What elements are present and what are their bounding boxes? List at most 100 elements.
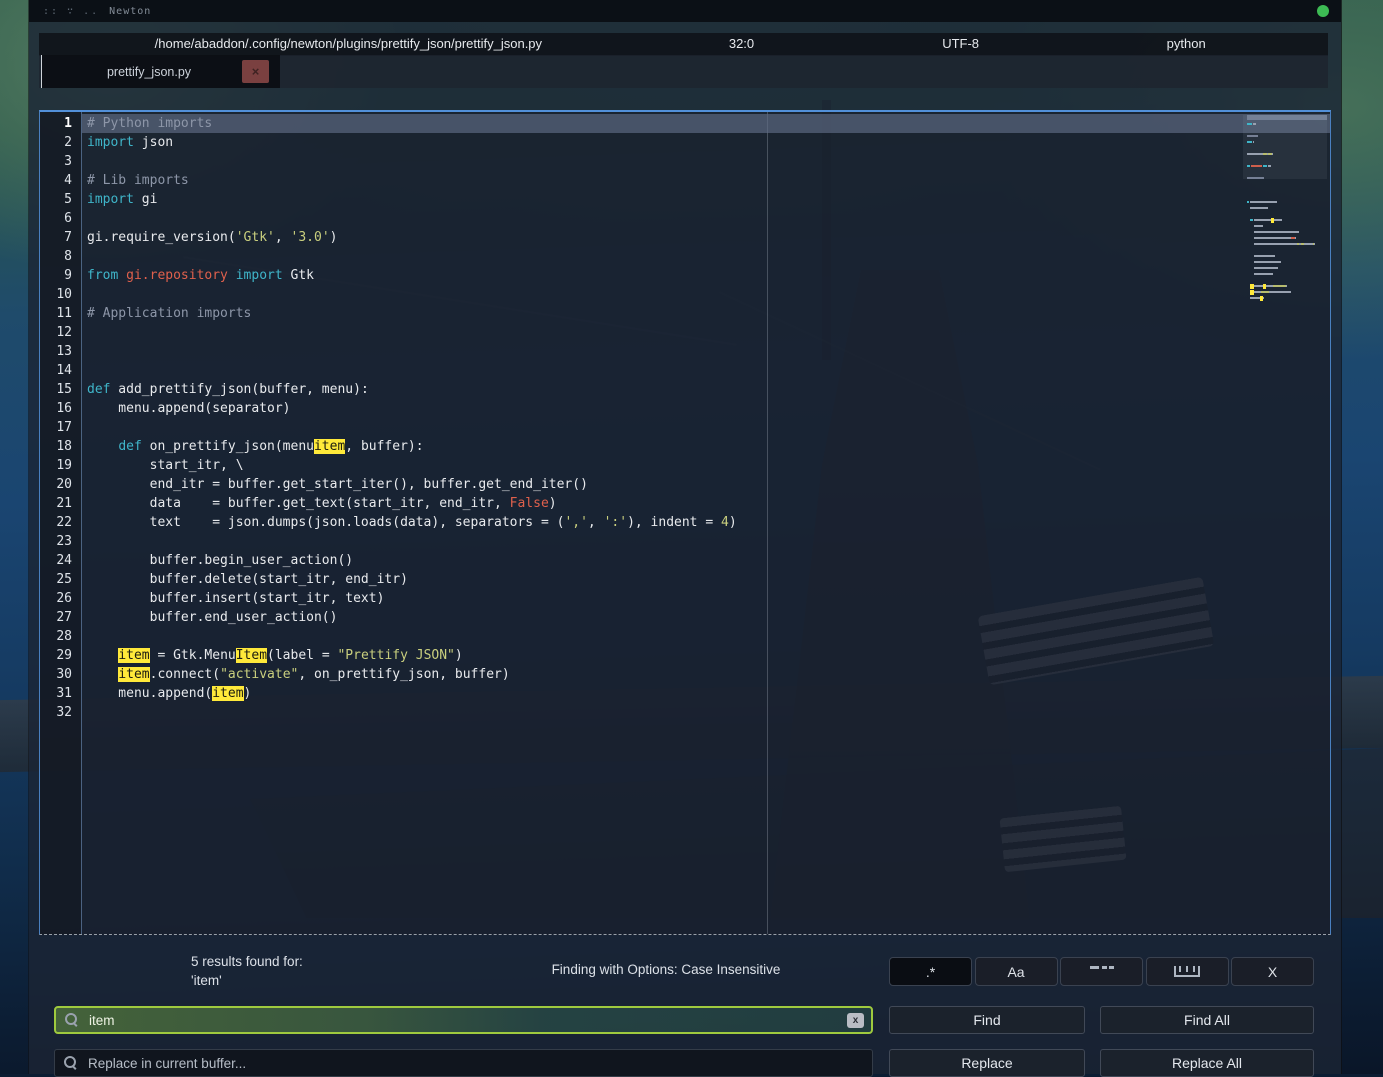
code-token: menu.append(separator): [87, 401, 291, 416]
highlight-matches-toggle-button[interactable]: [1060, 957, 1143, 986]
code-token: buffer.delete(start_itr, end_itr): [87, 572, 408, 587]
code-line[interactable]: [82, 627, 1330, 646]
code-token: ':': [604, 515, 627, 530]
case-sensitive-toggle-button[interactable]: Aa: [975, 957, 1058, 986]
tab-prettify-json[interactable]: prettify_json.py ×: [41, 55, 280, 88]
code-line[interactable]: import gi: [82, 190, 1330, 209]
code-token: import: [87, 135, 134, 150]
code-token: gi.repository: [126, 268, 228, 283]
code-line[interactable]: buffer.insert(start_itr, text): [82, 589, 1330, 608]
window-body: /home/abaddon/.config/newton/plugins/pre…: [29, 22, 1341, 1074]
code-line[interactable]: item = Gtk.MenuItem(label = "Prettify JS…: [82, 646, 1330, 665]
code-token: buffer.insert(start_itr, text): [87, 591, 384, 606]
line-number: 12: [40, 323, 81, 342]
replace-all-button[interactable]: Replace All: [1100, 1049, 1314, 1077]
code-line[interactable]: [82, 418, 1330, 437]
clear-input-icon[interactable]: x: [847, 1013, 864, 1028]
find-input[interactable]: [87, 1012, 847, 1029]
code-line[interactable]: [82, 285, 1330, 304]
code-line[interactable]: gi.require_version('Gtk', '3.0'): [82, 228, 1330, 247]
code-token: data = buffer.get_text(start_itr, end_it…: [87, 496, 510, 511]
code-line[interactable]: [82, 323, 1330, 342]
minimap-line-mark: [1247, 117, 1260, 119]
line-number: 17: [40, 418, 81, 437]
search-match-highlight: item: [118, 667, 149, 682]
code-line[interactable]: data = buffer.get_text(start_itr, end_it…: [82, 494, 1330, 513]
code-line[interactable]: # Lib imports: [82, 171, 1330, 190]
minimap-line-mark: [1254, 231, 1300, 233]
code-line[interactable]: import json: [82, 133, 1330, 152]
code-line[interactable]: buffer.delete(start_itr, end_itr): [82, 570, 1330, 589]
code-line[interactable]: buffer.end_user_action(): [82, 608, 1330, 627]
minimap-line-mark: [1253, 141, 1255, 143]
close-search-button[interactable]: X: [1231, 957, 1314, 986]
whole-word-toggle-button[interactable]: [1146, 957, 1229, 986]
code-line[interactable]: [82, 342, 1330, 361]
code-line[interactable]: menu.append(item): [82, 684, 1330, 703]
code-line[interactable]: menu.append(separator): [82, 399, 1330, 418]
code-line[interactable]: from gi.repository import Gtk: [82, 266, 1330, 285]
code-line[interactable]: def on_prettify_json(menuitem, buffer):: [82, 437, 1330, 456]
code-line[interactable]: [82, 152, 1330, 171]
line-number: 7: [40, 228, 81, 247]
code-area[interactable]: # Python importsimport json # Lib imports…: [82, 112, 1330, 934]
minimap-line-mark: [1286, 285, 1287, 287]
code-line[interactable]: [82, 703, 1330, 722]
code-token: add_prettify_json(buffer, menu):: [110, 382, 368, 397]
minimap-line-mark: [1247, 165, 1250, 167]
results-term-text: 'item': [191, 971, 303, 990]
minimap-line-mark: [1314, 243, 1315, 245]
code-line[interactable]: [82, 361, 1330, 380]
code-token: 'Gtk': [236, 230, 275, 245]
code-token: [87, 648, 118, 663]
code-line[interactable]: def add_prettify_json(buffer, menu):: [82, 380, 1330, 399]
find-button[interactable]: Find: [889, 1006, 1085, 1034]
regex-toggle-button[interactable]: .*: [889, 957, 972, 986]
minimap-line-mark: [1254, 255, 1275, 257]
code-token: ): [549, 496, 557, 511]
gutter: 1234567891011121314151617181920212223242…: [40, 112, 82, 934]
minimap-line-mark: [1250, 207, 1268, 209]
minimap-line-mark: [1263, 297, 1264, 299]
replace-input[interactable]: [86, 1055, 872, 1072]
code-editor[interactable]: 1234567891011121314151617181920212223242…: [39, 110, 1331, 935]
minimap-line-mark: [1295, 237, 1296, 239]
search-match-highlight: item: [212, 686, 243, 701]
minimap-line-mark: [1247, 153, 1263, 155]
minimap[interactable]: [1247, 115, 1327, 323]
code-line[interactable]: buffer.begin_user_action(): [82, 551, 1330, 570]
window-titlebar[interactable]: :: ∵ .. Newton: [29, 0, 1341, 22]
minimap-line-mark: [1268, 165, 1270, 167]
minimap-line-mark: [1266, 285, 1273, 287]
find-all-button[interactable]: Find All: [1100, 1006, 1314, 1034]
minimap-line-mark: [1274, 219, 1282, 221]
search-options-status: Finding with Options: Case Insensitive: [552, 962, 781, 977]
code-line[interactable]: text = json.dumps(json.loads(data), sepa…: [82, 513, 1330, 532]
line-number: 27: [40, 608, 81, 627]
line-number: 25: [40, 570, 81, 589]
code-line[interactable]: [82, 209, 1330, 228]
code-line[interactable]: [82, 247, 1330, 266]
code-token: from: [87, 268, 118, 283]
search-icon: [64, 1056, 79, 1071]
code-lines: # Python importsimport json # Lib imports…: [82, 114, 1330, 722]
replace-button[interactable]: Replace: [889, 1049, 1085, 1077]
code-line[interactable]: # Application imports: [82, 304, 1330, 323]
tab-close-icon[interactable]: ×: [242, 60, 269, 83]
code-token: import: [87, 192, 134, 207]
line-number: 1: [40, 114, 81, 133]
code-line[interactable]: [82, 532, 1330, 551]
code-line[interactable]: start_itr, \: [82, 456, 1330, 475]
status-bar: /home/abaddon/.config/newton/plugins/pre…: [39, 33, 1328, 56]
line-number: 13: [40, 342, 81, 361]
code-line[interactable]: end_itr = buffer.get_start_iter(), buffe…: [82, 475, 1330, 494]
find-input-container: x: [54, 1006, 873, 1034]
minimap-line-mark: [1254, 267, 1279, 269]
line-number: 10: [40, 285, 81, 304]
code-line[interactable]: item.connect("activate", on_prettify_jso…: [82, 665, 1330, 684]
minimap-line-mark: [1247, 201, 1249, 203]
window-control-button[interactable]: [1317, 5, 1329, 17]
line-number: 6: [40, 209, 81, 228]
code-line[interactable]: # Python imports: [82, 114, 1330, 133]
minimap-line-mark: [1254, 237, 1292, 239]
